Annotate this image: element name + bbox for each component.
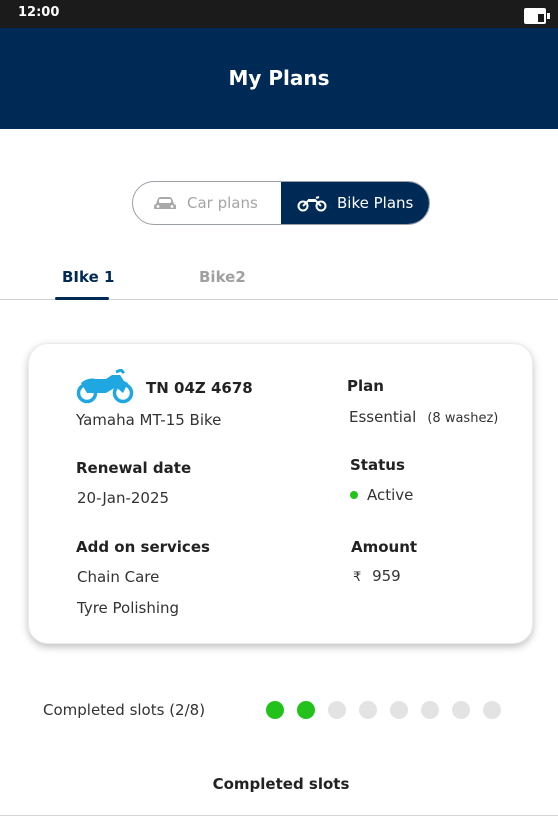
battery-icon: [524, 8, 550, 24]
completed-slots-heading: Completed slots: [212, 775, 350, 793]
active-tab-indicator: [55, 297, 109, 300]
slot-dot-pending: [390, 701, 408, 719]
status-value: Active: [350, 486, 413, 504]
addon-item: Tyre Polishing: [77, 599, 180, 617]
rupee-icon: ₹: [353, 570, 362, 585]
status-text: Active: [367, 486, 414, 504]
plan-label: Plan: [347, 377, 384, 395]
slot-dot-completed: [297, 701, 315, 719]
status-time: 12:00: [18, 5, 60, 20]
amount-number: 959: [372, 567, 401, 585]
divider: [0, 815, 558, 816]
amount-value: ₹ 959: [353, 567, 401, 585]
vehicle-number: TN 04Z 4678: [146, 379, 253, 397]
vehicle-tabs: BIke 1 Bike2: [0, 262, 558, 300]
bike-plans-label: Bike Plans: [337, 194, 414, 212]
slot-dot-pending: [421, 701, 439, 719]
page-title: My Plans: [228, 66, 330, 90]
renewal-date-value: 20-Jan-2025: [77, 489, 170, 507]
status-bar: 12:00: [0, 0, 558, 28]
bike-plans-button[interactable]: Bike Plans: [281, 182, 429, 224]
plan-type-toggle: Car plans Bike Plans: [132, 181, 430, 225]
plan-card: TN 04Z 4678 Yamaha MT-15 Bike Renewal da…: [28, 343, 533, 644]
slot-dot-pending: [359, 701, 377, 719]
plan-detail: (8 washez): [427, 411, 499, 426]
completed-slots-count: Completed slots (2/8): [43, 701, 206, 719]
slot-progress: [266, 701, 501, 719]
status-dot: [350, 490, 358, 499]
car-icon: [154, 197, 176, 209]
addon-item: Chain Care: [77, 568, 160, 586]
slot-dot-pending: [328, 701, 346, 719]
motorcycle-icon: [297, 196, 327, 212]
car-plans-label: Car plans: [187, 194, 258, 212]
tab-bike-1[interactable]: BIke 1: [62, 268, 114, 286]
slot-dot-pending: [483, 701, 501, 719]
motorcycle-icon: [76, 369, 134, 404]
renewal-date-label: Renewal date: [76, 459, 192, 477]
vehicle-model: Yamaha MT-15 Bike: [76, 411, 222, 429]
car-plans-button[interactable]: Car plans: [133, 182, 281, 224]
tab-bike-2[interactable]: Bike2: [199, 268, 246, 286]
amount-label: Amount: [351, 538, 418, 556]
slot-dot-completed: [266, 701, 284, 719]
addons-label: Add on services: [76, 538, 210, 556]
plan-name: Essential: [349, 408, 417, 426]
status-label: Status: [350, 456, 405, 474]
slot-dot-pending: [452, 701, 470, 719]
app-header: My Plans: [0, 28, 558, 129]
plan-value: Essential (8 washez): [349, 407, 498, 426]
